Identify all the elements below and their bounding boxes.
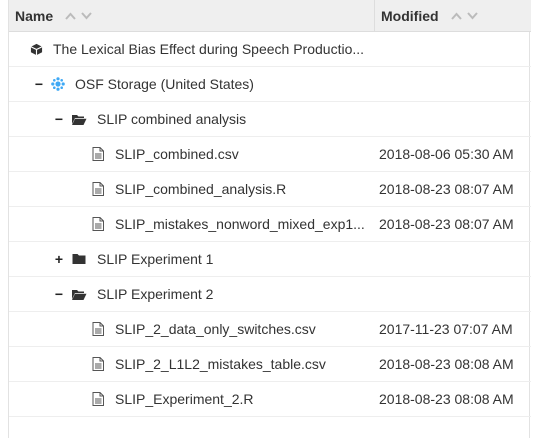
- modified-cell: 2018-08-23 08:08 AM: [379, 391, 514, 407]
- file-browser-grid: Name Modified The Lexical Bias Effect du…: [8, 0, 531, 438]
- collapse-toggle-icon[interactable]: −: [53, 111, 65, 127]
- tree-row-file[interactable]: SLIP_combined_analysis.R 2018-08-23 08:0…: [9, 172, 531, 207]
- collapse-toggle-icon[interactable]: −: [33, 76, 45, 92]
- row-label: SLIP_2_L1L2_mistakes_table.csv: [115, 356, 326, 372]
- file-icon: [91, 322, 105, 336]
- tree-row-file[interactable]: SLIP_combined.csv 2018-08-06 05:30 AM: [9, 137, 531, 172]
- file-tree: The Lexical Bias Effect during Speech Pr…: [9, 32, 531, 417]
- sort-ascending-icon[interactable]: [65, 12, 76, 20]
- tree-row-file[interactable]: SLIP_2_data_only_switches.csv 2017-11-23…: [9, 312, 531, 347]
- row-label: SLIP_mistakes_nonword_mixed_exp1...: [115, 216, 365, 232]
- tree-row-folder[interactable]: − SLIP Experiment 2: [9, 277, 531, 312]
- tree-row-osf-storage[interactable]: − OSF Storage (United States): [9, 67, 531, 102]
- folder-closed-icon: [71, 252, 87, 266]
- tree-row-project[interactable]: The Lexical Bias Effect during Speech Pr…: [9, 32, 531, 67]
- row-label: SLIP_combined.csv: [115, 146, 239, 162]
- modified-cell: 2017-11-23 07:07 AM: [379, 321, 513, 337]
- grid-header: Name Modified: [9, 0, 531, 32]
- folder-open-icon: [71, 112, 87, 126]
- file-icon: [91, 357, 105, 371]
- modified-cell: 2018-08-23 08:07 AM: [379, 181, 514, 197]
- row-label: OSF Storage (United States): [75, 76, 254, 92]
- file-icon: [91, 182, 105, 196]
- modified-cell: 2018-08-06 05:30 AM: [379, 146, 514, 162]
- name-sort-controls: [65, 12, 92, 20]
- file-icon: [91, 147, 105, 161]
- row-label: SLIP combined analysis: [97, 111, 247, 127]
- modified-cell: 2018-08-23 08:08 AM: [379, 356, 514, 372]
- row-label: SLIP_Experiment_2.R: [115, 391, 254, 407]
- sort-ascending-icon[interactable]: [450, 12, 462, 20]
- row-label: SLIP_2_data_only_switches.csv: [115, 321, 316, 337]
- row-label: The Lexical Bias Effect during Speech Pr…: [53, 41, 365, 57]
- column-header-name-label: Name: [15, 8, 54, 24]
- expand-toggle-icon[interactable]: +: [53, 251, 65, 267]
- tree-row-file[interactable]: SLIP_Experiment_2.R 2018-08-23 08:08 AM: [9, 382, 531, 417]
- column-header-name[interactable]: Name: [9, 0, 375, 32]
- osf-storage-icon: [51, 77, 65, 91]
- folder-open-icon: [71, 287, 87, 301]
- name-cell: − OSF Storage (United States): [9, 67, 399, 101]
- name-cell: + SLIP Experiment 1: [9, 242, 419, 276]
- name-cell: The Lexical Bias Effect during Speech Pr…: [9, 32, 395, 66]
- row-label: SLIP_combined_analysis.R: [115, 181, 287, 197]
- name-cell: − SLIP Experiment 2: [9, 277, 419, 311]
- project-cube-icon: [29, 42, 43, 56]
- file-icon: [91, 392, 105, 406]
- row-label: SLIP Experiment 1: [97, 251, 214, 267]
- column-header-modified-label: Modified: [381, 8, 439, 24]
- row-label: SLIP Experiment 2: [97, 286, 214, 302]
- modified-sort-controls: [450, 12, 478, 20]
- collapse-toggle-icon[interactable]: −: [53, 286, 65, 302]
- modified-cell: 2018-08-23 08:07 AM: [379, 216, 514, 232]
- tree-row-file[interactable]: SLIP_2_L1L2_mistakes_table.csv 2018-08-2…: [9, 347, 531, 382]
- sort-descending-icon[interactable]: [466, 12, 478, 20]
- tree-row-file[interactable]: SLIP_mistakes_nonword_mixed_exp1... 2018…: [9, 207, 531, 242]
- tree-row-folder[interactable]: + SLIP Experiment 1: [9, 242, 531, 277]
- tree-row-folder[interactable]: − SLIP combined analysis: [9, 102, 531, 137]
- sort-descending-icon[interactable]: [81, 12, 92, 20]
- column-header-modified[interactable]: Modified: [375, 0, 531, 32]
- name-cell: − SLIP combined analysis: [9, 102, 419, 136]
- file-icon: [91, 217, 105, 231]
